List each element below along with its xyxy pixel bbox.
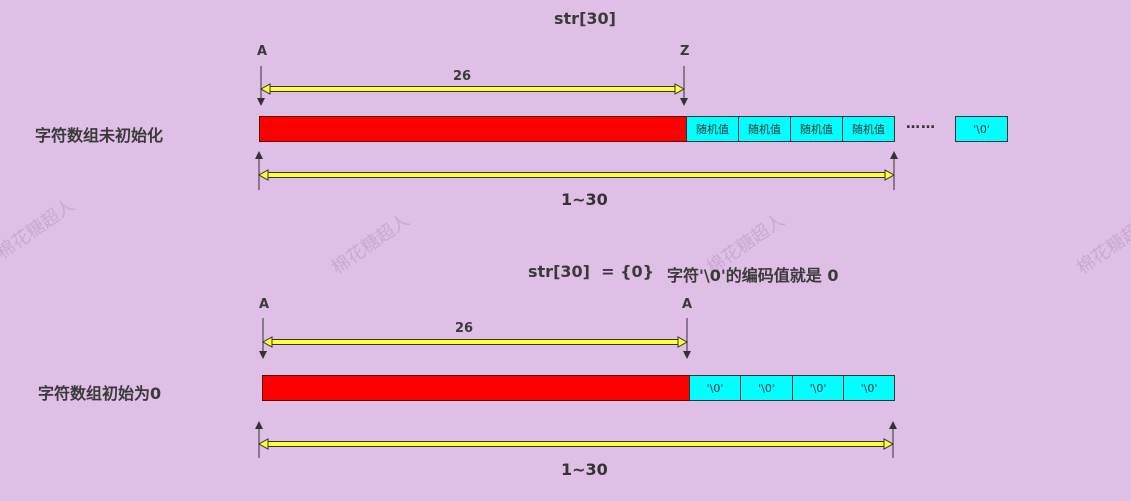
bottom-span-arrow bbox=[259, 318, 691, 359]
top-span-arrow bbox=[257, 66, 688, 106]
bottom-total-arrow bbox=[255, 421, 897, 458]
top-total-arrow bbox=[255, 151, 898, 190]
dimension-arrows bbox=[255, 66, 898, 458]
